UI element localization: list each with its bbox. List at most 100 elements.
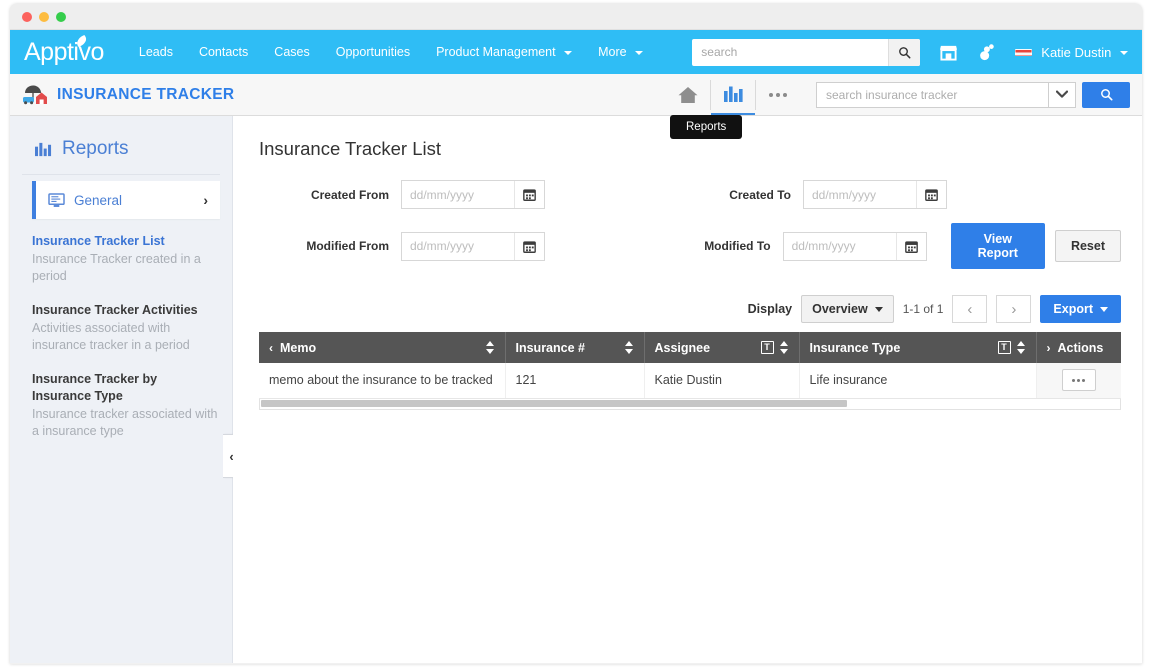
- cell-actions: [1036, 363, 1121, 398]
- nav-label: Cases: [274, 45, 309, 59]
- chevron-left-icon[interactable]: ‹: [269, 341, 273, 355]
- chevron-right-icon: ›: [203, 192, 208, 208]
- global-search-input[interactable]: [692, 39, 888, 66]
- sidebar-category-general[interactable]: General ›: [32, 181, 220, 219]
- column-label: Insurance Type: [810, 341, 994, 355]
- calendar-icon: [523, 188, 536, 201]
- created-to-input[interactable]: [804, 181, 916, 208]
- window-close-dot[interactable]: [22, 12, 32, 22]
- browser-titlebar: [10, 4, 1142, 30]
- previous-page-button[interactable]: ‹: [952, 295, 987, 323]
- chevron-right-icon[interactable]: ›: [1047, 341, 1051, 355]
- export-label: Export: [1053, 302, 1093, 316]
- column-header-insurance-number[interactable]: Insurance #: [505, 332, 644, 363]
- avatar: [1015, 49, 1032, 56]
- modified-from-input[interactable]: [402, 233, 514, 260]
- column-header-insurance-type[interactable]: Insurance Type T: [799, 332, 1036, 363]
- calendar-button[interactable]: [896, 233, 926, 260]
- sort-icon[interactable]: [486, 341, 495, 354]
- cell-assignee: Katie Dustin: [644, 363, 799, 398]
- marketplace-button[interactable]: [939, 43, 958, 61]
- calendar-icon: [925, 188, 938, 201]
- view-report-button[interactable]: View Report: [951, 223, 1045, 269]
- window-maximize-dot[interactable]: [56, 12, 66, 22]
- app-toolbar: INSURANCE TRACKER: [10, 74, 1142, 116]
- sidebar-item-insurance-tracker-by-insurance-type[interactable]: Insurance Tracker by Insurance Type Insu…: [32, 371, 218, 440]
- modified-to-input[interactable]: [784, 233, 896, 260]
- chevron-down-icon: [1100, 307, 1108, 312]
- filter-label: Modified From: [259, 239, 389, 253]
- sidebar-item-insurance-tracker-list[interactable]: Insurance Tracker List Insurance Tracker…: [32, 233, 218, 285]
- app-search-dropdown-button[interactable]: [1048, 82, 1076, 108]
- report-description: Activities associated with insurance tra…: [32, 320, 218, 354]
- filter-actions: View Report Reset: [951, 223, 1121, 269]
- app-search-input[interactable]: [816, 82, 1048, 108]
- sidebar: Reports General › Insurance Tracker List…: [10, 116, 233, 663]
- nav-item-more[interactable]: More: [585, 39, 656, 65]
- column-header-actions[interactable]: › Actions: [1036, 332, 1121, 363]
- column-label: Memo: [280, 341, 480, 355]
- scrollbar-thumb[interactable]: [261, 400, 847, 407]
- export-button[interactable]: Export: [1040, 295, 1121, 323]
- nav-item-cases[interactable]: Cases: [261, 39, 322, 65]
- primary-nav-links: Leads Contacts Cases Opportunities Produ…: [126, 39, 692, 65]
- calendar-button[interactable]: [514, 181, 544, 208]
- nav-item-product-management[interactable]: Product Management: [423, 39, 585, 65]
- sort-icon[interactable]: [780, 341, 789, 354]
- report-table-wrapper: ‹ Memo Insurance #: [259, 332, 1121, 410]
- ellipsis-icon: [769, 93, 787, 97]
- nav-item-opportunities[interactable]: Opportunities: [323, 39, 423, 65]
- global-search: [692, 39, 920, 66]
- display-mode-select[interactable]: Overview: [801, 295, 894, 323]
- calendar-button[interactable]: [514, 233, 544, 260]
- apptivo-logo[interactable]: Apptivo: [18, 38, 104, 67]
- nav-label: Contacts: [199, 45, 248, 59]
- created-from-input[interactable]: [402, 181, 514, 208]
- report-name: Insurance Tracker List: [32, 233, 218, 250]
- browser-window: Apptivo Leads Contacts Cases Opportuniti…: [10, 4, 1142, 664]
- nav-label: More: [598, 45, 626, 59]
- sort-icon[interactable]: [1017, 341, 1026, 354]
- report-filters: Created From: [259, 180, 1121, 269]
- display-controls: Display Overview 1-1 of 1 ‹ › Export: [259, 295, 1121, 323]
- more-options-button[interactable]: [756, 74, 800, 115]
- row-actions-button[interactable]: [1062, 369, 1096, 391]
- sidebar-item-insurance-tracker-activities[interactable]: Insurance Tracker Activities Activities …: [32, 302, 218, 354]
- user-notification-icon: [977, 43, 995, 61]
- app-title: INSURANCE TRACKER: [57, 86, 234, 104]
- next-page-button[interactable]: ›: [996, 295, 1031, 323]
- global-search-button[interactable]: [888, 39, 920, 66]
- nav-item-leads[interactable]: Leads: [126, 39, 186, 65]
- filter-modified-from: Modified From: [259, 223, 655, 269]
- window-minimize-dot[interactable]: [39, 12, 49, 22]
- column-header-memo[interactable]: ‹ Memo: [259, 332, 505, 363]
- reset-button[interactable]: Reset: [1055, 230, 1121, 262]
- home-button[interactable]: [666, 74, 710, 115]
- page-title: Insurance Tracker List: [259, 138, 1121, 160]
- reports-tooltip: Reports: [670, 115, 742, 139]
- app-search-button[interactable]: [1082, 82, 1130, 108]
- table-horizontal-scrollbar[interactable]: [259, 399, 1121, 410]
- monitor-icon: [48, 193, 65, 208]
- reports-button[interactable]: [711, 74, 755, 115]
- sort-icon[interactable]: [625, 341, 634, 354]
- filter-row: Modified From: [259, 223, 1121, 269]
- created-from-field: [401, 180, 545, 209]
- nav-label: Opportunities: [336, 45, 410, 59]
- cell-insurance-type: Life insurance: [799, 363, 1036, 398]
- text-filter-icon[interactable]: T: [998, 341, 1011, 354]
- table-header-row: ‹ Memo Insurance #: [259, 332, 1121, 363]
- user-menu[interactable]: Katie Dustin: [1041, 45, 1128, 60]
- column-header-assignee[interactable]: Assignee T: [644, 332, 799, 363]
- table-row[interactable]: memo about the insurance to be tracked 1…: [259, 363, 1121, 398]
- bar-chart-icon: [34, 141, 53, 158]
- notifications-button[interactable]: [977, 43, 995, 61]
- chevron-down-icon: [1056, 90, 1068, 99]
- cell-insurance-number: 121: [505, 363, 644, 398]
- nav-item-contacts[interactable]: Contacts: [186, 39, 261, 65]
- filter-created-from: Created From: [259, 180, 669, 209]
- text-filter-icon[interactable]: T: [761, 341, 774, 354]
- filter-created-to: Created To: [669, 180, 947, 209]
- report-name: Insurance Tracker by Insurance Type: [32, 371, 218, 405]
- calendar-button[interactable]: [916, 181, 946, 208]
